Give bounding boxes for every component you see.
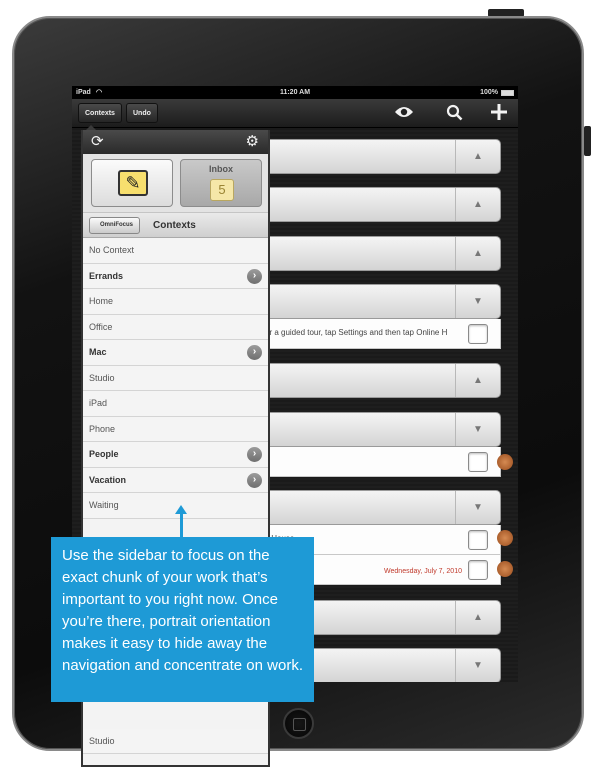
context-item[interactable]: Errands › <box>83 263 268 289</box>
context-item[interactable]: Studio <box>83 365 268 391</box>
pencil-icon: ✎ <box>118 170 148 196</box>
context-item[interactable]: Office <box>83 314 268 340</box>
expand-icon[interactable]: ▼ <box>455 491 500 524</box>
task-checkbox[interactable] <box>468 560 488 580</box>
inbox-button[interactable]: Inbox 5 <box>180 159 262 207</box>
expand-icon[interactable]: ▼ <box>455 413 500 446</box>
toolbar: Contexts Undo <box>72 99 518 128</box>
inbox-label: Inbox <box>209 164 233 174</box>
battery-label: 100% <box>480 89 498 96</box>
flag-icon[interactable] <box>497 561 513 577</box>
sidebar-topbar: ⟳ ⚙ <box>83 130 268 154</box>
task-checkbox[interactable] <box>468 530 488 550</box>
flag-icon[interactable] <box>497 454 513 470</box>
context-item[interactable]: Home <box>83 289 268 315</box>
task-due-date: Wednesday, July 7, 2010 <box>384 568 462 575</box>
expand-icon[interactable]: ▼ <box>455 285 500 318</box>
context-label: Waiting <box>89 500 119 510</box>
context-item[interactable]: People › <box>83 442 268 468</box>
back-button[interactable]: OmniFocus <box>89 217 141 234</box>
status-time: 11:20 AM <box>279 89 311 96</box>
sidebar-title: Contexts <box>153 220 196 231</box>
chevron-right-icon[interactable]: › <box>247 268 262 284</box>
context-item[interactable]: Vacation › <box>83 467 268 493</box>
context-item[interactable]: No Context <box>83 238 268 264</box>
context-label: Vacation <box>89 474 127 485</box>
search-icon[interactable] <box>446 104 463 121</box>
context-label: People <box>89 449 119 459</box>
battery-icon <box>501 90 514 96</box>
task-title: or a guided tour, tap Settings and then … <box>265 328 448 337</box>
collapse-icon[interactable]: ▲ <box>455 364 500 397</box>
sidebar-tiles: ✎ Inbox 5 <box>83 154 268 213</box>
inbox-count: 5 <box>210 179 234 201</box>
context-label: Office <box>89 321 113 332</box>
context-item[interactable]: iPad <box>83 391 268 417</box>
collapse-icon[interactable]: ▲ <box>455 601 500 634</box>
context-label: Errands <box>89 270 124 281</box>
undo-button[interactable]: Undo <box>126 103 158 123</box>
callout-box: Use the sidebar to focus on the exact ch… <box>51 537 314 702</box>
context-label: iPad <box>89 398 108 408</box>
flag-icon[interactable] <box>497 530 513 546</box>
status-bar: iPad ◠ 11:20 AM 100% <box>72 86 518 99</box>
collapse-icon[interactable]: ▲ <box>455 237 500 270</box>
collapse-icon[interactable]: ▲ <box>455 140 500 173</box>
home-button[interactable] <box>283 708 314 739</box>
context-label: Studio <box>89 372 115 383</box>
add-icon[interactable] <box>490 103 508 121</box>
eye-icon[interactable] <box>394 105 414 119</box>
chevron-right-icon[interactable]: › <box>247 447 262 462</box>
callout-text: Use the sidebar to focus on the exact ch… <box>62 547 303 674</box>
task-checkbox[interactable] <box>468 324 488 344</box>
context-label: Mac <box>89 347 107 357</box>
context-item[interactable]: Mac › <box>83 340 268 366</box>
context-item[interactable]: Phone <box>83 416 268 442</box>
context-label: Studio <box>89 735 115 746</box>
chevron-right-icon[interactable]: › <box>247 472 262 488</box>
callout-arrow-line <box>180 512 183 540</box>
context-label: Phone <box>89 423 116 434</box>
context-label: Home <box>89 296 114 306</box>
collapse-icon[interactable]: ▲ <box>455 188 500 221</box>
task-checkbox[interactable] <box>468 452 488 472</box>
expand-icon[interactable]: ▼ <box>455 649 500 682</box>
gear-icon[interactable]: ⚙ <box>246 132 259 152</box>
sidebar-nav: OmniFocus Contexts <box>83 213 268 238</box>
contexts-button[interactable]: Contexts <box>78 103 122 123</box>
refresh-icon[interactable]: ⟳ <box>91 132 104 152</box>
quick-entry-button[interactable]: ✎ <box>91 159 173 207</box>
chevron-right-icon[interactable]: › <box>247 345 262 360</box>
context-item[interactable]: Studio <box>83 728 268 754</box>
context-label: No Context <box>89 245 135 255</box>
